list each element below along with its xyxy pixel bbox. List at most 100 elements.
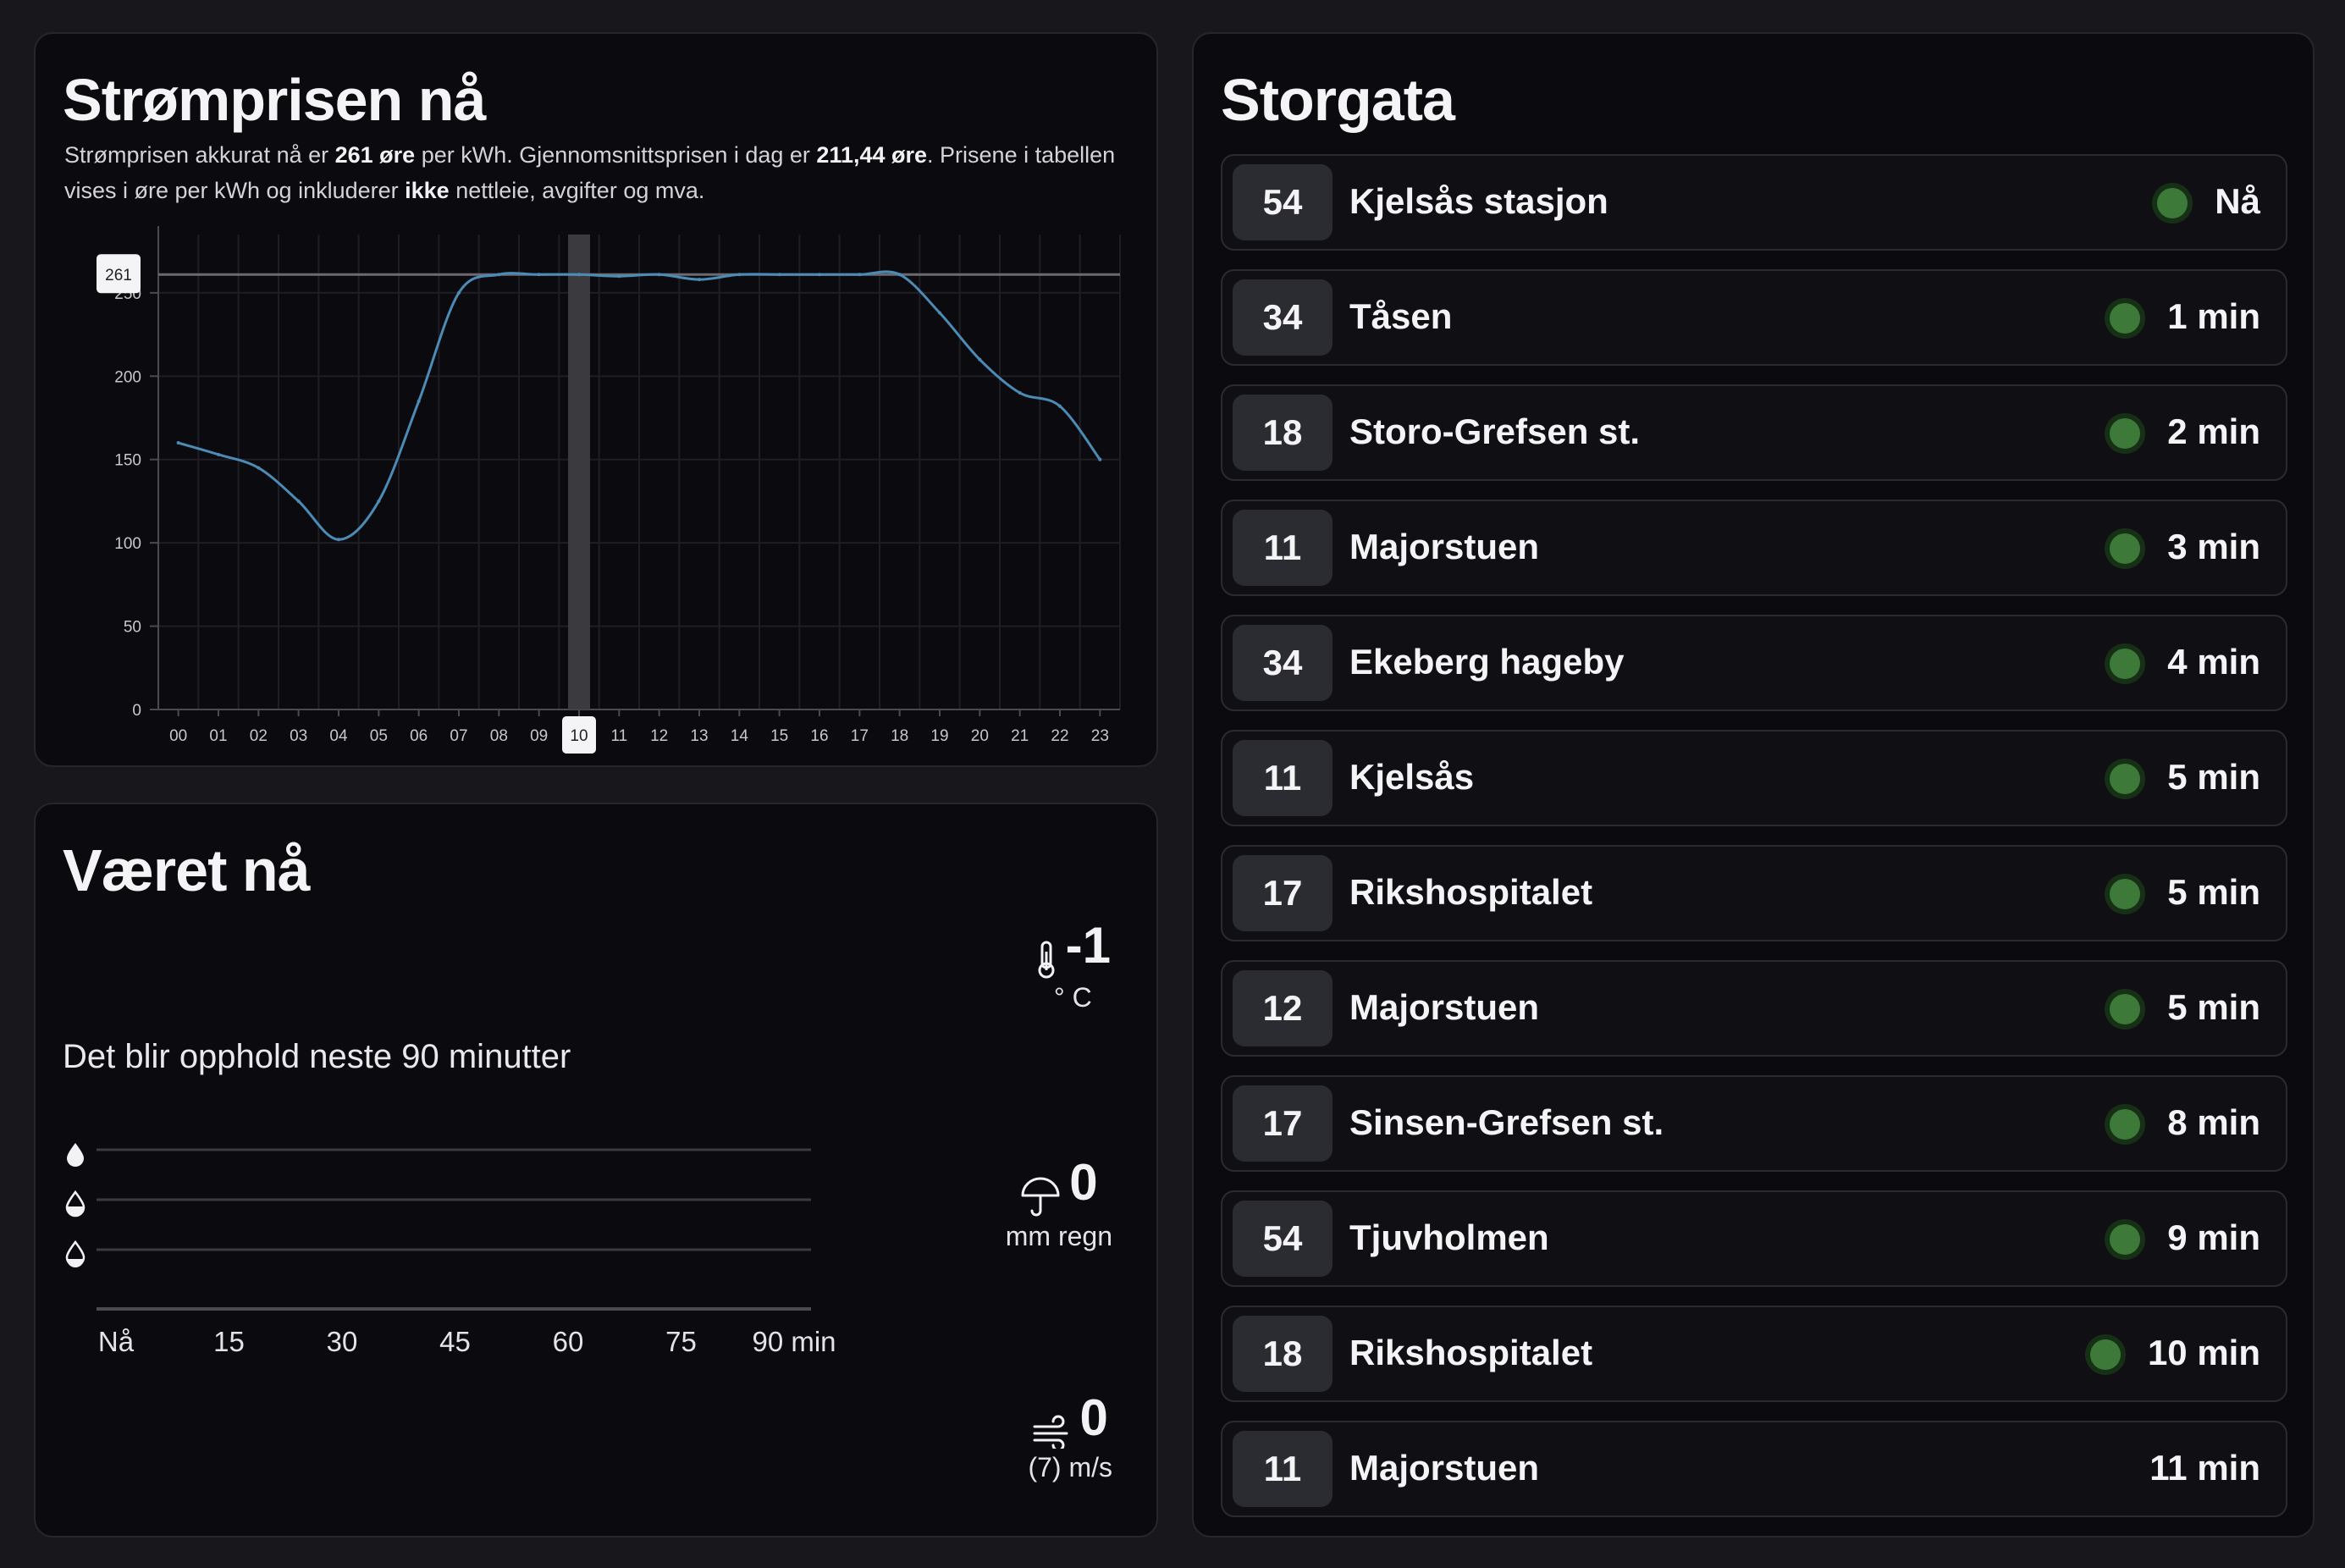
departure-row[interactable]: 17 Sinsen-Grefsen st. 8 min (1221, 1075, 2287, 1172)
precip-time-label: 90 min (752, 1326, 836, 1357)
current-price-badge-label: 261 (105, 267, 132, 284)
medium-drop-icon (65, 1190, 86, 1217)
precip-time-label: 15 (213, 1326, 245, 1357)
departure-row[interactable]: 11 Majorstuen 3 min (1221, 500, 2287, 596)
departure-time: 5 min (2167, 987, 2260, 1027)
price-point (577, 273, 581, 277)
departure-time: 4 min (2167, 642, 2260, 682)
x-tick-label: 22 (1051, 727, 1068, 745)
departure-time: 1 min (2167, 296, 2260, 336)
precip-time-label: 30 (327, 1326, 358, 1357)
precip-time-label: 75 (665, 1326, 697, 1357)
destination-name: Kjelsås (1349, 757, 1475, 797)
rain-unit: mm regn (1005, 1220, 1112, 1251)
destination-name: Majorstuen (1349, 987, 1540, 1027)
departure-time: 10 min (2147, 1333, 2260, 1372)
precip-time-label: 60 (553, 1326, 584, 1357)
realtime-indicator-icon (2110, 533, 2141, 564)
x-tick-label: 23 (1091, 727, 1109, 745)
price-point (938, 311, 941, 315)
destination-name: Storo-Grefsen st. (1349, 411, 1641, 451)
x-tick-label: 15 (770, 727, 788, 745)
departure-time: Nå (2215, 181, 2260, 221)
realtime-indicator-icon (2110, 994, 2141, 1024)
departure-row[interactable]: 54 Kjelsås stasjon Nå (1221, 154, 2287, 251)
departure-time: 3 min (2167, 527, 2260, 566)
realtime-indicator-icon (2110, 649, 2141, 679)
departure-row[interactable]: 34 Ekeberg hageby 4 min (1221, 615, 2287, 711)
price-point (457, 290, 461, 295)
x-tick-label: 03 (290, 727, 307, 745)
departure-time: 5 min (2167, 872, 2260, 912)
rain-metric: 0 mm regn (1006, 1153, 1112, 1252)
umbrella-icon (1021, 1177, 1060, 1217)
thermometer-icon (1038, 941, 1055, 979)
price-point (657, 273, 661, 277)
departure-row[interactable]: 18 Storo-Grefsen st. 2 min (1221, 384, 2287, 481)
x-tick-label: 04 (329, 727, 348, 745)
x-tick-label: 17 (851, 727, 869, 745)
destination-name: Ekeberg hageby (1349, 642, 1625, 682)
departure-time: 2 min (2167, 411, 2260, 451)
wind-unit: (7) m/s (1028, 1451, 1112, 1482)
x-tick-label: 19 (930, 727, 948, 745)
departure-time: 8 min (2167, 1102, 2260, 1142)
departure-row[interactable]: 54 Tjuvholmen 9 min (1221, 1190, 2287, 1287)
price-point (858, 273, 862, 277)
destination-name: Rikshospitalet (1349, 872, 1593, 912)
x-tick-label: 11 (610, 727, 627, 745)
realtime-indicator-icon (2089, 1339, 2121, 1370)
line-number-badge: 34 (1233, 625, 1333, 701)
departure-row[interactable]: 12 Majorstuen 5 min (1221, 960, 2287, 1057)
x-tick-label: 16 (810, 727, 828, 745)
rain-value: 0 (1069, 1154, 1098, 1211)
temperature-unit: ° C (1053, 981, 1092, 1013)
x-tick-label: 14 (731, 727, 749, 745)
line-number-badge: 54 (1233, 1201, 1333, 1277)
realtime-indicator-icon (2110, 303, 2141, 334)
x-tick-label: 01 (209, 727, 227, 745)
current-hour-highlight (568, 235, 590, 709)
price-point (617, 274, 621, 279)
price-point (217, 452, 220, 456)
x-tick-label: 08 (490, 727, 508, 745)
precip-time-label: 45 (439, 1326, 471, 1357)
departure-time: 5 min (2167, 757, 2260, 797)
departure-row[interactable]: 18 Rikshospitalet 10 min (1221, 1306, 2287, 1402)
price-point (978, 357, 982, 362)
price-point (777, 273, 781, 277)
departure-time: 9 min (2167, 1217, 2260, 1257)
x-tick-label: 06 (410, 727, 428, 745)
x-tick-label: 00 (169, 727, 187, 745)
x-tick-label: 07 (450, 727, 467, 745)
departure-row[interactable]: 11 Majorstuen 11 min (1221, 1421, 2287, 1517)
x-tick-label: 13 (690, 727, 708, 745)
light-drop-icon (65, 1239, 86, 1267)
realtime-indicator-icon (2157, 188, 2188, 218)
weather-title: Været nå (63, 837, 311, 903)
power-price-card: Strømprisen nå Strømprisen akkurat nå er… (34, 32, 1158, 767)
destination-name: Sinsen-Grefsen st. (1349, 1102, 1664, 1142)
y-tick-label: 50 (124, 619, 141, 637)
x-tick-label: 12 (650, 727, 668, 745)
departure-row[interactable]: 11 Kjelsås 5 min (1221, 730, 2287, 826)
wind-metric: 0 (7) m/s (1028, 1389, 1112, 1483)
departure-row[interactable]: 34 Tåsen 1 min (1221, 269, 2287, 366)
realtime-indicator-icon (2110, 1109, 2141, 1140)
x-tick-label: 21 (1011, 727, 1029, 745)
price-point (818, 273, 821, 277)
x-tick-label: 20 (971, 727, 989, 745)
price-point (737, 273, 742, 277)
destination-name: Kjelsås stasjon (1349, 181, 1608, 221)
departure-row[interactable]: 17 Rikshospitalet 5 min (1221, 845, 2287, 941)
line-number-badge: 18 (1233, 395, 1333, 471)
price-point (296, 499, 301, 503)
current-hour-label: 10 (570, 727, 588, 745)
realtime-indicator-icon (2110, 1224, 2141, 1255)
power-price-chart[interactable]: 05010015020025000 01 02 03 04 05 06 07 08 09 10 11 1… (36, 34, 1160, 769)
line-number-badge: 54 (1233, 164, 1333, 240)
line-number-badge: 17 (1233, 855, 1333, 931)
line-number-badge: 12 (1233, 970, 1333, 1046)
line-number-badge: 18 (1233, 1316, 1333, 1392)
x-tick-label: 18 (891, 727, 908, 745)
